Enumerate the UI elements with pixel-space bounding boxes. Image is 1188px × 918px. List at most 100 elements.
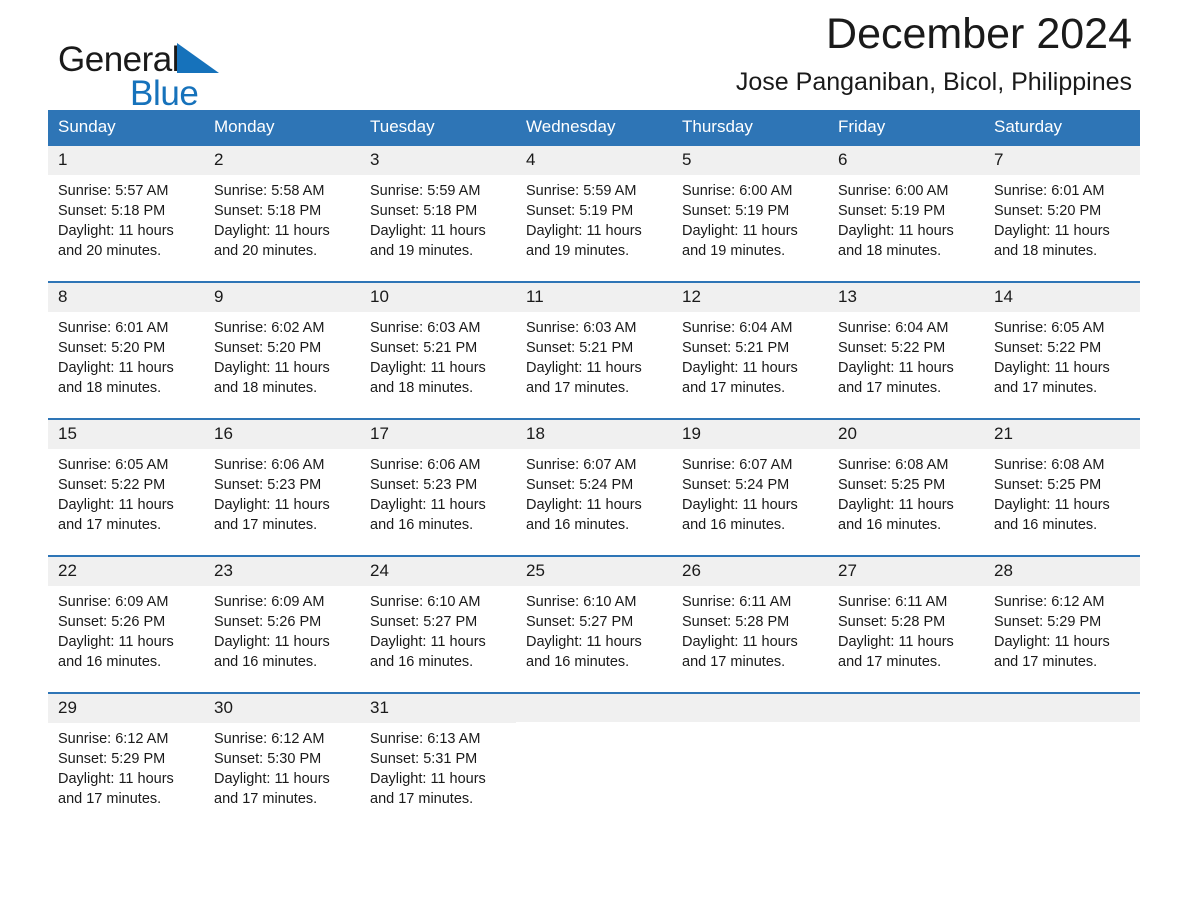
day-sun-info: Sunrise: 6:11 AM Sunset: 5:28 PM Daylight:… (828, 586, 984, 672)
calendar-table: Sunday Monday Tuesday Wednesday Thursday… (48, 110, 1140, 829)
sunrise-text: Sunrise: 6:00 AM (682, 183, 793, 200)
daylight-text-line1: Daylight: 11 hours (214, 223, 330, 240)
calendar-body: 1 Sunrise: 5:57 AM Sunset: 5:18 PM Daylight… (48, 145, 1140, 829)
sunset-text: Sunset: 5:30 PM (214, 751, 322, 768)
calendar-day-cell[interactable]: 17 Sunrise: 6:06 AM Sunset: 5:23 PM Dayligh… (360, 417, 516, 556)
calendar-day-cell[interactable]: 14 Sunrise: 6:05 AM Sunset: 5:22 PM Dayligh… (984, 280, 1140, 419)
calendar-day-cell[interactable]: 23 Sunrise: 6:09 AM Sunset: 5:26 PM Dayligh… (204, 554, 360, 693)
calendar-day-cell[interactable]: 22 Sunrise: 6:09 AM Sunset: 5:26 PM Dayligh… (48, 554, 204, 693)
day-sun-info: Sunrise: 6:12 AM Sunset: 5:30 PM Daylight:… (204, 723, 360, 809)
calendar-day-cell[interactable]: 1 Sunrise: 5:57 AM Sunset: 5:18 PM Daylight… (48, 145, 204, 282)
daylight-text-line2: and 16 minutes. (214, 654, 318, 671)
day-number: 26 (672, 556, 828, 587)
sunrise-text: Sunrise: 6:05 AM (994, 320, 1105, 337)
day-sun-info: Sunrise: 6:06 AM Sunset: 5:23 PM Daylight:… (204, 449, 360, 535)
sunset-text: Sunset: 5:18 PM (214, 203, 322, 220)
daylight-text-line2: and 19 minutes. (682, 243, 786, 260)
day-sun-info: Sunrise: 6:08 AM Sunset: 5:25 PM Daylight:… (828, 449, 984, 535)
sunrise-text: Sunrise: 6:10 AM (526, 594, 637, 611)
daylight-text-line1: Daylight: 11 hours (526, 634, 642, 651)
calendar-day-cell[interactable]: 24 Sunrise: 6:10 AM Sunset: 5:27 PM Dayligh… (360, 554, 516, 693)
calendar-day-cell[interactable]: 6 Sunrise: 6:00 AM Sunset: 5:19 PM Daylight… (828, 145, 984, 282)
calendar-day-cell[interactable]: 31 Sunrise: 6:13 AM Sunset: 5:31 PM Dayligh… (360, 691, 516, 829)
calendar-day-cell[interactable]: 16 Sunrise: 6:06 AM Sunset: 5:23 PM Dayligh… (204, 417, 360, 556)
calendar-day-cell[interactable]: 9 Sunrise: 6:02 AM Sunset: 5:20 PM Daylight… (204, 280, 360, 419)
calendar-day-cell[interactable]: 3 Sunrise: 5:59 AM Sunset: 5:18 PM Daylight… (360, 145, 516, 282)
day-sun-info: Sunrise: 6:01 AM Sunset: 5:20 PM Daylight:… (984, 175, 1140, 261)
calendar-day-cell[interactable]: 5 Sunrise: 6:00 AM Sunset: 5:19 PM Daylight… (672, 145, 828, 282)
page-subtitle: Jose Panganiban, Bicol, Philippines (735, 68, 1132, 97)
sunrise-text: Sunrise: 6:13 AM (370, 731, 481, 748)
calendar-day-cell[interactable]: 25 Sunrise: 6:10 AM Sunset: 5:27 PM Dayligh… (516, 554, 672, 693)
sunset-text: Sunset: 5:19 PM (682, 203, 790, 220)
daylight-text-line2: and 17 minutes. (58, 517, 162, 534)
sunset-text: Sunset: 5:27 PM (370, 614, 478, 631)
calendar-week-row: 8 Sunrise: 6:01 AM Sunset: 5:20 PM Daylight… (48, 280, 1140, 419)
sunrise-text: Sunrise: 6:09 AM (58, 594, 169, 611)
daylight-text-line1: Daylight: 11 hours (370, 497, 486, 514)
calendar-day-cell[interactable]: 15 Sunrise: 6:05 AM Sunset: 5:22 PM Dayligh… (48, 417, 204, 556)
sunrise-text: Sunrise: 6:01 AM (58, 320, 169, 337)
page-header: General Blue December 2024 Jose Panganib… (48, 0, 1140, 111)
day-sun-info: Sunrise: 6:12 AM Sunset: 5:29 PM Daylight:… (984, 586, 1140, 672)
calendar-day-cell-empty (672, 691, 828, 829)
sunrise-text: Sunrise: 6:05 AM (58, 457, 169, 474)
daylight-text-line2: and 17 minutes. (214, 517, 318, 534)
sunset-text: Sunset: 5:18 PM (370, 203, 478, 220)
daylight-text-line2: and 18 minutes. (994, 243, 1098, 260)
calendar-day-cell[interactable]: 27 Sunrise: 6:11 AM Sunset: 5:28 PM Dayligh… (828, 554, 984, 693)
daylight-text-line2: and 17 minutes. (682, 380, 786, 397)
brand-logo[interactable]: General Blue (58, 42, 220, 111)
daylight-text-line1: Daylight: 11 hours (838, 497, 954, 514)
calendar-day-cell[interactable]: 26 Sunrise: 6:11 AM Sunset: 5:28 PM Dayligh… (672, 554, 828, 693)
daylight-text-line1: Daylight: 11 hours (682, 497, 798, 514)
sunrise-text: Sunrise: 6:12 AM (994, 594, 1105, 611)
calendar-day-cell[interactable]: 10 Sunrise: 6:03 AM Sunset: 5:21 PM Dayligh… (360, 280, 516, 419)
day-sun-info: Sunrise: 6:00 AM Sunset: 5:19 PM Daylight:… (672, 175, 828, 261)
calendar-day-cell[interactable]: 19 Sunrise: 6:07 AM Sunset: 5:24 PM Dayligh… (672, 417, 828, 556)
daylight-text-line2: and 18 minutes. (838, 243, 942, 260)
day-number: 20 (828, 419, 984, 450)
calendar-week-row: 15 Sunrise: 6:05 AM Sunset: 5:22 PM Dayligh… (48, 417, 1140, 556)
sunset-text: Sunset: 5:29 PM (58, 751, 166, 768)
sunset-text: Sunset: 5:19 PM (838, 203, 946, 220)
calendar-day-cell[interactable]: 12 Sunrise: 6:04 AM Sunset: 5:21 PM Dayligh… (672, 280, 828, 419)
day-sun-info: Sunrise: 6:02 AM Sunset: 5:20 PM Daylight:… (204, 312, 360, 398)
day-number: 27 (828, 556, 984, 587)
sunrise-text: Sunrise: 6:07 AM (526, 457, 637, 474)
sunrise-text: Sunrise: 6:04 AM (682, 320, 793, 337)
day-sun-info: Sunrise: 6:13 AM Sunset: 5:31 PM Daylight:… (360, 723, 516, 809)
day-sun-info: Sunrise: 6:00 AM Sunset: 5:19 PM Daylight:… (828, 175, 984, 261)
daylight-text-line2: and 17 minutes. (838, 380, 942, 397)
day-number: 29 (48, 693, 204, 724)
calendar-day-cell[interactable]: 21 Sunrise: 6:08 AM Sunset: 5:25 PM Dayligh… (984, 417, 1140, 556)
day-number: 22 (48, 556, 204, 587)
sunset-text: Sunset: 5:25 PM (994, 477, 1102, 494)
calendar-day-cell[interactable]: 11 Sunrise: 6:03 AM Sunset: 5:21 PM Dayligh… (516, 280, 672, 419)
day-number: 4 (516, 145, 672, 176)
sunset-text: Sunset: 5:20 PM (994, 203, 1102, 220)
daylight-text-line2: and 18 minutes. (370, 380, 474, 397)
daylight-text-line1: Daylight: 11 hours (994, 497, 1110, 514)
calendar-day-cell[interactable]: 4 Sunrise: 5:59 AM Sunset: 5:19 PM Daylight… (516, 145, 672, 282)
sunrise-text: Sunrise: 6:08 AM (838, 457, 949, 474)
sunset-text: Sunset: 5:22 PM (994, 340, 1102, 357)
daylight-text-line2: and 19 minutes. (370, 243, 474, 260)
calendar-day-cell[interactable]: 2 Sunrise: 5:58 AM Sunset: 5:18 PM Daylight… (204, 145, 360, 282)
brand-name-general-row: General (58, 42, 220, 79)
calendar-day-cell[interactable]: 20 Sunrise: 6:08 AM Sunset: 5:25 PM Dayligh… (828, 417, 984, 556)
calendar-day-cell[interactable]: 7 Sunrise: 6:01 AM Sunset: 5:20 PM Daylight… (984, 145, 1140, 282)
calendar-page: General Blue December 2024 Jose Panganib… (0, 0, 1188, 918)
day-sun-info: Sunrise: 6:08 AM Sunset: 5:25 PM Daylight:… (984, 449, 1140, 535)
calendar-day-cell[interactable]: 13 Sunrise: 6:04 AM Sunset: 5:22 PM Dayligh… (828, 280, 984, 419)
sunset-text: Sunset: 5:18 PM (58, 203, 166, 220)
calendar-day-cell[interactable]: 28 Sunrise: 6:12 AM Sunset: 5:29 PM Dayligh… (984, 554, 1140, 693)
daylight-text-line2: and 17 minutes. (994, 380, 1098, 397)
calendar-day-cell[interactable]: 8 Sunrise: 6:01 AM Sunset: 5:20 PM Daylight… (48, 280, 204, 419)
calendar-day-cell[interactable]: 29 Sunrise: 6:12 AM Sunset: 5:29 PM Dayligh… (48, 691, 204, 829)
sunrise-text: Sunrise: 5:59 AM (370, 183, 481, 200)
sunrise-text: Sunrise: 5:57 AM (58, 183, 169, 200)
calendar-day-cell[interactable]: 30 Sunrise: 6:12 AM Sunset: 5:30 PM Dayligh… (204, 691, 360, 829)
daylight-text-line1: Daylight: 11 hours (370, 360, 486, 377)
calendar-day-cell[interactable]: 18 Sunrise: 6:07 AM Sunset: 5:24 PM Dayligh… (516, 417, 672, 556)
